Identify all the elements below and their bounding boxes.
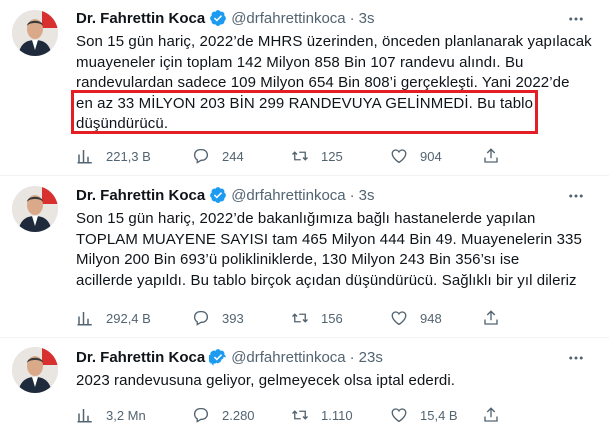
tweet-text-line: randevulardan sadece 109 Milyon 654 Bin …	[76, 74, 570, 91]
retweet-icon	[292, 313, 308, 323]
share-icon	[484, 310, 498, 325]
separator-dot: ·	[349, 9, 355, 27]
retweet-icon	[292, 410, 308, 420]
like-button[interactable]: 904	[390, 146, 442, 166]
views-button[interactable]: 221,3 B	[76, 146, 151, 166]
share-button[interactable]	[482, 405, 500, 425]
tweet-text-line: düşündürücü.	[76, 115, 169, 132]
tweet-header: Dr. Fahrettin Koca @drfahrettinkoca · 3s	[76, 185, 375, 205]
tweet-timestamp[interactable]: 3s	[359, 187, 375, 204]
reply-icon	[193, 407, 209, 423]
tweet-text-line: acillerde yapıldı. Bu tablo birçok açıda…	[76, 271, 577, 289]
verified-badge-icon	[207, 348, 227, 366]
reply-count: 2.280	[222, 407, 255, 423]
tweet-header: Dr. Fahrettin Koca @drfahrettinkoca · 23…	[76, 347, 383, 367]
author-handle[interactable]: @drfahrettinkoca	[231, 349, 345, 366]
retweet-button[interactable]: 156	[291, 308, 343, 328]
more-icon[interactable]	[565, 347, 587, 369]
tweet-text-line: en az 33 MİLYON 203 BİN 299 RANDEVUYA GE…	[76, 94, 534, 112]
like-button[interactable]: 15,4 B	[390, 405, 458, 425]
views-button[interactable]: 3,2 Mn	[76, 405, 146, 425]
retweet-count: 125	[321, 148, 343, 164]
tweet[interactable]: Dr. Fahrettin Koca @drfahrettinkoca · 3s…	[0, 0, 609, 176]
avatar[interactable]	[12, 10, 58, 56]
views-icon	[77, 409, 92, 423]
like-icon	[391, 311, 407, 326]
tweet-header: Dr. Fahrettin Koca @drfahrettinkoca · 3s	[76, 8, 375, 28]
reply-count: 244	[222, 148, 244, 164]
separator-dot: ·	[349, 186, 355, 204]
tweet-text-line: TOPLAM MUAYENE SAYISI tam 465 Milyon 444…	[76, 230, 582, 248]
reply-count: 393	[222, 310, 244, 326]
reply-button[interactable]: 244	[192, 146, 244, 166]
tweet-text: 2023 randevusuna geliyor, gelmeyecek ols…	[76, 371, 584, 392]
tweet-text-line: Son 15 gün hariç, 2022’de bakanlığımıza …	[76, 210, 536, 227]
tweet-text: Son 15 gün hariç, 2022’de MHRS üzerinden…	[76, 32, 592, 135]
tweet-feed: Dr. Fahrettin Koca @drfahrettinkoca · 3s…	[0, 0, 609, 434]
views-count: 3,2 Mn	[106, 407, 146, 423]
avatar[interactable]	[12, 347, 58, 393]
tweet-text-line: Milyon 200 Bin 693’ü polikliniklerde, 13…	[76, 251, 520, 268]
views-icon	[77, 312, 92, 326]
avatar[interactable]	[12, 186, 58, 232]
retweet-count: 1.110	[321, 407, 353, 423]
reply-icon	[193, 148, 209, 164]
views-icon	[77, 150, 92, 164]
retweet-count: 156	[321, 310, 343, 326]
views-button[interactable]: 292,4 B	[76, 308, 151, 328]
author-handle[interactable]: @drfahrettinkoca	[231, 187, 345, 204]
share-icon	[484, 148, 498, 163]
verified-badge-icon	[209, 9, 227, 27]
share-icon	[484, 407, 498, 422]
reply-icon	[193, 310, 209, 326]
verified-badge-icon	[209, 186, 227, 204]
tweet-text-line: 2023 randevusuna geliyor, gelmeyecek ols…	[76, 372, 456, 389]
share-button[interactable]	[482, 146, 500, 166]
tweet-timestamp[interactable]: 3s	[359, 10, 375, 27]
author-name[interactable]: Dr. Fahrettin Koca	[76, 10, 205, 27]
like-count: 904	[420, 148, 442, 164]
tweet-text-line: Son 15 gün hariç, 2022’de MHRS üzerinden…	[76, 33, 592, 50]
like-button[interactable]: 948	[390, 308, 442, 328]
like-count: 15,4 B	[420, 407, 458, 423]
tweet-text: Son 15 gün hariç, 2022’de bakanlığımıza …	[76, 209, 584, 291]
retweet-icon	[292, 151, 308, 161]
tweet[interactable]: Dr. Fahrettin Koca @drfahrettinkoca · 3s…	[0, 177, 609, 338]
more-icon[interactable]	[565, 8, 587, 30]
author-handle[interactable]: @drfahrettinkoca	[231, 10, 345, 27]
tweet-timestamp[interactable]: 23s	[359, 349, 383, 366]
tweet-text-line: muayeneler için toplam 142 Milyon 858 Bi…	[76, 53, 524, 71]
separator-dot: ·	[349, 348, 355, 366]
views-count: 221,3 B	[106, 148, 151, 164]
like-icon	[391, 149, 407, 164]
like-icon	[391, 408, 407, 423]
like-count: 948	[420, 310, 442, 326]
retweet-button[interactable]: 125	[291, 146, 343, 166]
retweet-button[interactable]: 1.110	[291, 405, 353, 425]
author-name[interactable]: Dr. Fahrettin Koca	[76, 349, 205, 366]
tweet[interactable]: Dr. Fahrettin Koca @drfahrettinkoca · 23…	[0, 339, 609, 434]
share-button[interactable]	[482, 308, 500, 328]
more-icon[interactable]	[565, 185, 587, 207]
reply-button[interactable]: 2.280	[192, 405, 255, 425]
reply-button[interactable]: 393	[192, 308, 244, 328]
author-name[interactable]: Dr. Fahrettin Koca	[76, 187, 205, 204]
views-count: 292,4 B	[106, 310, 151, 326]
